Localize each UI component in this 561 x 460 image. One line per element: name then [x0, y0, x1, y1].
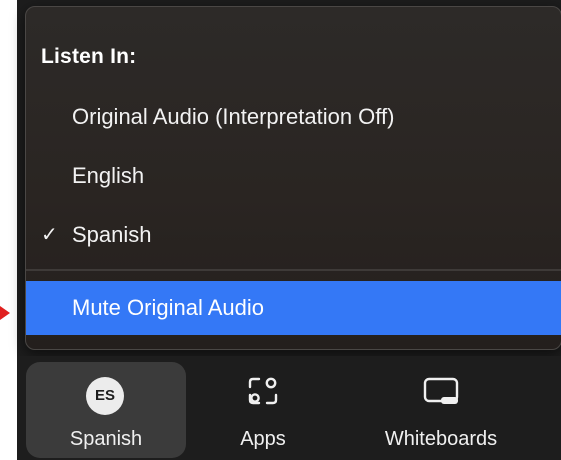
menu-item-label: English — [72, 163, 145, 188]
whiteboards-button[interactable]: Whiteboards — [361, 356, 521, 460]
menu-item-english[interactable]: English — [26, 151, 561, 201]
meeting-toolbar: ES Spanish Apps Whiteboards — [17, 356, 561, 460]
apps-button-label: Apps — [240, 428, 286, 450]
menu-separator — [26, 269, 561, 271]
whiteboards-button-label: Whiteboards — [384, 428, 498, 450]
menu-item-spanish[interactable]: ✓ Spanish — [26, 210, 561, 260]
menu-item-original-audio[interactable]: Original Audio (Interpretation Off) — [26, 92, 561, 142]
menu-item-label: Mute Original Audio — [72, 295, 264, 320]
interpretation-menu: Listen In: Original Audio (Interpretatio… — [25, 6, 561, 350]
apps-icon — [248, 377, 278, 405]
menu-item-label: Original Audio (Interpretation Off) — [72, 104, 395, 129]
pointer-arrow-icon — [0, 306, 10, 320]
checkmark-icon: ✓ — [41, 224, 58, 246]
stage: Listen In: Original Audio (Interpretatio… — [0, 0, 561, 460]
apps-button[interactable]: Apps — [223, 356, 303, 460]
interpretation-button[interactable]: ES Spanish — [26, 362, 186, 458]
menu-item-mute-original-audio[interactable]: Mute Original Audio — [26, 281, 561, 335]
menu-heading: Listen In: — [41, 45, 137, 68]
menu-item-label: Spanish — [72, 222, 152, 247]
interpretation-button-label: Spanish — [69, 428, 143, 450]
whiteboard-icon — [423, 377, 459, 404]
language-avatar: ES — [86, 377, 124, 415]
